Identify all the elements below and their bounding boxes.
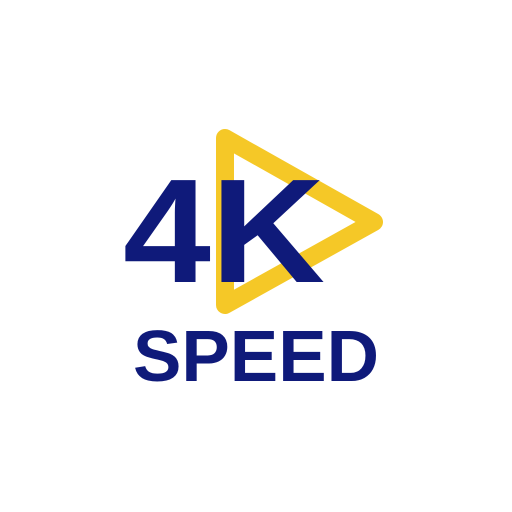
logo-primary-text: 4K xyxy=(123,149,325,314)
logo-graphic: 4K SPEED xyxy=(123,129,383,397)
app-logo: 4K SPEED xyxy=(0,0,512,512)
logo-secondary-text: SPEED xyxy=(133,317,379,397)
